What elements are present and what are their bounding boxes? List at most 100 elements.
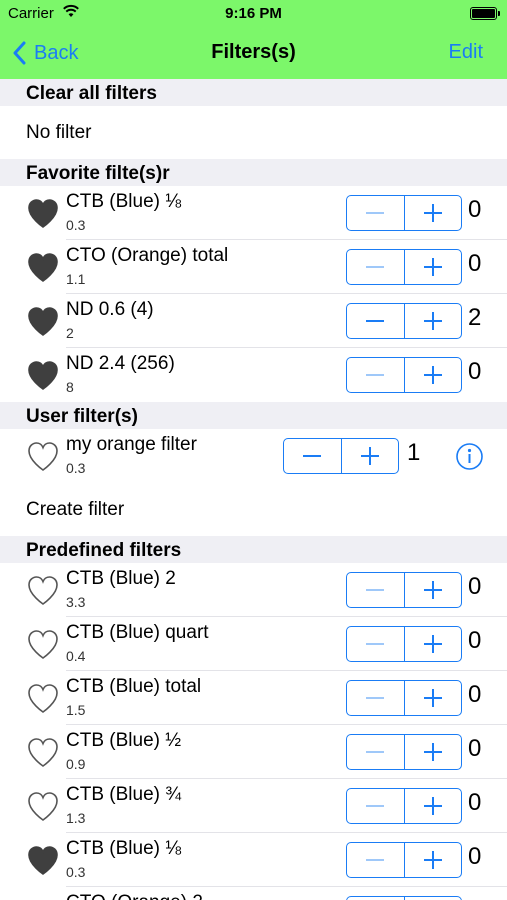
quantity-stepper[interactable]: [346, 357, 462, 393]
quantity-stepper[interactable]: [346, 896, 462, 900]
increment-button[interactable]: [403, 789, 462, 823]
filter-row[interactable]: ND 0.6 (4) 2 2: [0, 294, 507, 348]
quantity-stepper[interactable]: [346, 249, 462, 285]
filter-row[interactable]: CTO (Orange) total 1.1 0: [0, 240, 507, 294]
decrement-button[interactable]: [284, 439, 341, 473]
decrement-button[interactable]: [347, 304, 404, 338]
filter-name: CTO (Orange) total: [66, 245, 229, 266]
edit-button[interactable]: Edit: [449, 41, 483, 64]
decrement-button[interactable]: [347, 789, 404, 823]
quantity-stepper[interactable]: [346, 842, 462, 878]
increment-button[interactable]: [403, 627, 462, 661]
filter-name: CTB (Blue) ⅛: [66, 838, 182, 859]
decrement-button[interactable]: [347, 573, 404, 607]
back-label: Back: [34, 41, 79, 64]
filter-count: 0: [468, 843, 482, 870]
decrement-button[interactable]: [347, 250, 404, 284]
heart-outline-icon[interactable]: [26, 682, 60, 715]
filter-value: 0.3: [66, 460, 86, 476]
plus-icon: [423, 851, 442, 869]
filter-row[interactable]: CTB (Blue) ⅛ 0.3 0: [0, 833, 507, 887]
create-filter-row[interactable]: Create filter: [0, 483, 507, 536]
filter-row[interactable]: CTB (Blue) 2 3.3 0: [0, 563, 507, 617]
increment-button[interactable]: [403, 735, 462, 769]
heart-filled-icon[interactable]: [26, 197, 60, 230]
filter-name: CTB (Blue) ½: [66, 730, 182, 751]
heart-filled-icon[interactable]: [26, 305, 60, 338]
heart-outline-icon[interactable]: [26, 574, 60, 607]
filter-row[interactable]: CTB (Blue) total 1.5 0: [0, 671, 507, 725]
minus-icon: [366, 589, 385, 591]
filter-row[interactable]: CTB (Blue) ¾ 1.3 0: [0, 779, 507, 833]
filter-value: 0.3: [66, 217, 86, 233]
filter-list[interactable]: Clear all filters No filter Favorite fil…: [0, 79, 507, 900]
favorites-rows: CTB (Blue) ⅛ 0.3 0 CTO (Orange) total 1.1 0 ND…: [0, 186, 507, 402]
filter-row[interactable]: my orange filter 0.3 1: [0, 429, 507, 483]
filter-count: 0: [468, 627, 482, 654]
section-header-clear: Clear all filters: [0, 79, 507, 106]
filter-name: ND 0.6 (4): [66, 299, 154, 320]
plus-icon: [423, 258, 442, 276]
clock: 9:16 PM: [225, 5, 282, 22]
navigation-bar: Carrier 9:16 PM Back Filters(s) Edit: [0, 0, 507, 79]
filter-row[interactable]: CTB (Blue) ½ 0.9 0: [0, 725, 507, 779]
increment-button[interactable]: [403, 358, 462, 392]
decrement-button[interactable]: [347, 196, 404, 230]
increment-button[interactable]: [403, 196, 462, 230]
increment-button[interactable]: [403, 250, 462, 284]
chevron-left-icon: [13, 41, 26, 65]
increment-button[interactable]: [403, 573, 462, 607]
heart-outline-icon[interactable]: [26, 790, 60, 823]
minus-icon: [366, 643, 385, 645]
info-icon[interactable]: [455, 442, 484, 471]
filter-value: 2: [66, 325, 74, 341]
plus-icon: [423, 689, 442, 707]
heart-outline-icon[interactable]: [26, 628, 60, 661]
minus-icon: [366, 859, 385, 861]
quantity-stepper[interactable]: [346, 303, 462, 339]
back-button[interactable]: Back: [12, 38, 78, 68]
increment-button[interactable]: [403, 681, 462, 715]
decrement-button[interactable]: [347, 627, 404, 661]
decrement-button[interactable]: [347, 358, 404, 392]
filter-name: CTB (Blue) total: [66, 676, 202, 697]
quantity-stepper[interactable]: [346, 680, 462, 716]
filter-value: 3.3: [66, 594, 86, 610]
increment-button[interactable]: [403, 843, 462, 877]
increment-button[interactable]: [340, 439, 399, 473]
heart-filled-icon[interactable]: [26, 844, 60, 877]
predefined-rows: CTB (Blue) 2 3.3 0 CTB (Blue) quart 0.4 0 CTB …: [0, 563, 507, 900]
filter-count: 0: [468, 735, 482, 762]
decrement-button[interactable]: [347, 843, 404, 877]
filter-row[interactable]: CTB (Blue) ⅛ 0.3 0: [0, 186, 507, 240]
heart-filled-icon[interactable]: [26, 359, 60, 392]
quantity-stepper[interactable]: [346, 195, 462, 231]
quantity-stepper[interactable]: [346, 734, 462, 770]
filter-row[interactable]: CTB (Blue) quart 0.4 0: [0, 617, 507, 671]
filter-value: 8: [66, 379, 74, 395]
quantity-stepper[interactable]: [283, 438, 399, 474]
heart-filled-icon[interactable]: [26, 251, 60, 284]
filter-count: 0: [468, 681, 482, 708]
no-filter-row[interactable]: No filter: [0, 106, 507, 159]
filter-name: CTO (Orange) 2: [66, 892, 203, 900]
quantity-stepper[interactable]: [346, 788, 462, 824]
filter-row[interactable]: ND 2.4 (256) 8 0: [0, 348, 507, 402]
filter-row[interactable]: CTO (Orange) 2: [0, 887, 507, 900]
decrement-button[interactable]: [347, 681, 404, 715]
status-bar: Carrier 9:16 PM: [0, 0, 507, 28]
decrement-button[interactable]: [347, 735, 404, 769]
quantity-stepper[interactable]: [346, 626, 462, 662]
heart-outline-icon[interactable]: [26, 736, 60, 769]
minus-icon: [366, 374, 385, 376]
heart-outline-icon[interactable]: [26, 440, 60, 473]
filter-value: 1.1: [66, 271, 86, 287]
filter-count: 0: [468, 358, 482, 385]
filter-name: CTB (Blue) ⅛: [66, 191, 182, 212]
minus-icon: [366, 751, 385, 753]
quantity-stepper[interactable]: [346, 572, 462, 608]
filter-count: 0: [468, 789, 482, 816]
filter-count: 0: [468, 250, 482, 277]
plus-icon: [423, 312, 442, 330]
increment-button[interactable]: [403, 304, 462, 338]
